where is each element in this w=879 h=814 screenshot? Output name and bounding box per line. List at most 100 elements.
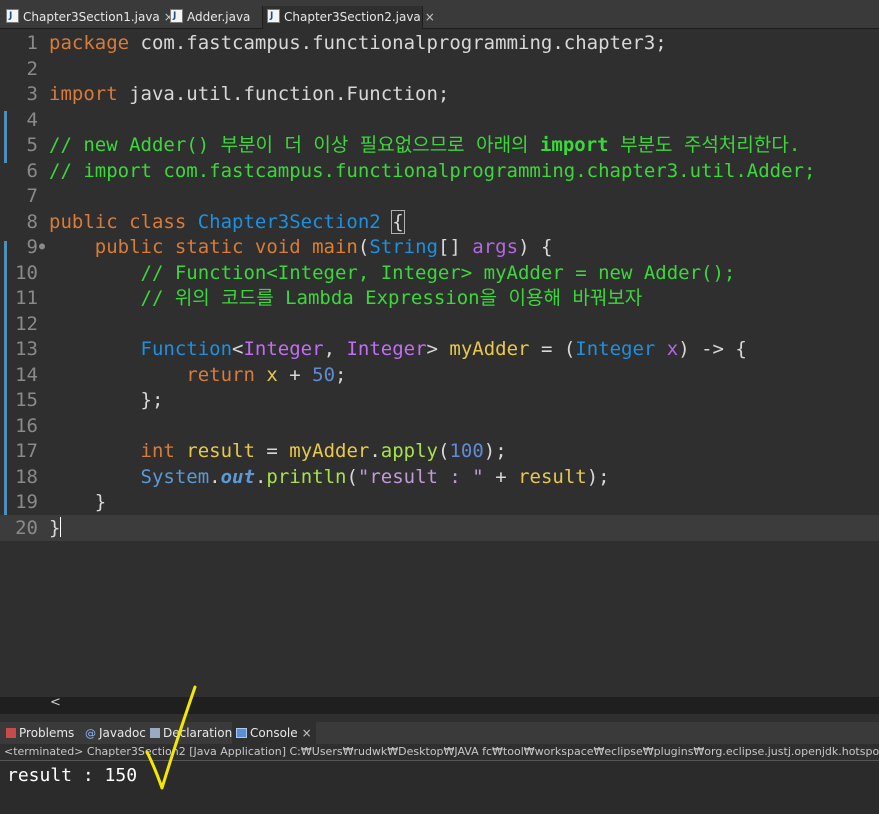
code-line: 16 bbox=[0, 413, 879, 439]
line-number: 1 bbox=[26, 32, 38, 54]
code-line: 1 package com.fastcampus.functionalprogra… bbox=[0, 30, 879, 56]
token: println bbox=[266, 466, 347, 488]
javadoc-icon: @ bbox=[85, 727, 96, 740]
problems-icon bbox=[6, 728, 16, 738]
token: > bbox=[426, 338, 450, 360]
comment: // 위의 코드를 Lambda Expression을 이용해 바꿔보자 bbox=[49, 287, 643, 309]
fold-dot-icon[interactable]: ● bbox=[39, 234, 45, 260]
horizontal-scrollbar[interactable]: < bbox=[0, 695, 879, 714]
tab-label: Problems bbox=[19, 726, 75, 740]
token: . bbox=[254, 466, 267, 488]
editor-tab-bar: Chapter3Section1.java× Adder.java Chapte… bbox=[0, 0, 879, 29]
line-number: 8 bbox=[26, 211, 38, 233]
text-cursor bbox=[60, 517, 62, 537]
matching-brace: { bbox=[391, 210, 405, 234]
tab-problems[interactable]: Problems bbox=[6, 722, 74, 744]
code-line: 9 ● public static void main(String[] args… bbox=[0, 234, 879, 260]
line-number: 5 bbox=[26, 134, 38, 156]
token: import bbox=[49, 83, 118, 105]
code-line: 19 } bbox=[0, 489, 879, 515]
token: . bbox=[369, 440, 381, 462]
token: myAdder bbox=[449, 338, 530, 360]
token: "result : " bbox=[357, 466, 484, 488]
token: } bbox=[49, 517, 61, 539]
code-line: 14 return x + 50; bbox=[0, 362, 879, 388]
token: ( bbox=[357, 236, 370, 258]
token: ); bbox=[586, 466, 610, 488]
token: System bbox=[140, 466, 210, 488]
comment: // new Adder() 부분이 더 이상 필요없으므로 아래의 bbox=[49, 134, 540, 156]
status-text: <terminated> Chapter3Section2 [Java Appl… bbox=[4, 745, 879, 758]
token: + bbox=[277, 364, 313, 386]
code-line: 13 Function<Integer, Integer> myAdder = … bbox=[0, 336, 879, 362]
line-number: 10 bbox=[15, 262, 38, 284]
tab-chapter3section2[interactable]: Chapter3Section2.java × bbox=[262, 5, 435, 29]
line-number: 3 bbox=[26, 83, 38, 105]
token: com.fastcampus.functionalprogramming.cha… bbox=[129, 32, 667, 54]
code-line: 18 System.out.println("result : " + resu… bbox=[0, 464, 879, 490]
comment: // import com.fastcampus.functionalprogr… bbox=[49, 160, 816, 182]
token: = ( bbox=[529, 338, 576, 360]
token: }; bbox=[49, 389, 164, 411]
line-number: 18 bbox=[15, 466, 38, 488]
token: , bbox=[323, 338, 347, 360]
console-output-area[interactable]: result : 150 bbox=[0, 761, 879, 814]
token: Integer bbox=[243, 338, 324, 360]
token: x bbox=[655, 338, 679, 360]
code-line: 17 int result = myAdder.apply(100); bbox=[0, 438, 879, 464]
token: Integer bbox=[575, 338, 656, 360]
code-line: 7 bbox=[0, 183, 879, 209]
token: ( bbox=[437, 440, 450, 462]
line-number: 4 bbox=[26, 109, 38, 131]
tab-adder[interactable]: Adder.java bbox=[166, 5, 250, 28]
declaration-icon bbox=[150, 728, 160, 738]
code-line: 12 bbox=[0, 311, 879, 337]
line-number: 17 bbox=[15, 440, 38, 462]
token: 100 bbox=[449, 440, 484, 462]
tab-label: Console bbox=[250, 726, 298, 740]
token: public static void bbox=[94, 236, 301, 258]
line-number: 14 bbox=[15, 364, 38, 386]
token: x bbox=[254, 364, 278, 386]
line-number: 15 bbox=[15, 389, 38, 411]
token: myAdder bbox=[289, 440, 370, 462]
java-file-icon bbox=[6, 5, 19, 27]
token: args bbox=[472, 236, 519, 258]
comment: import bbox=[539, 134, 609, 156]
token: java.util.function.Function; bbox=[117, 83, 450, 105]
token: Integer bbox=[346, 338, 427, 360]
token: } bbox=[49, 491, 107, 513]
code-line: 11 // 위의 코드를 Lambda Expression을 이용해 바꿔보자 bbox=[0, 285, 879, 311]
token: apply bbox=[380, 440, 438, 462]
code-line: 8 public class Chapter3Section2 { bbox=[0, 209, 879, 235]
java-file-icon bbox=[267, 5, 280, 27]
line-number: 20 bbox=[15, 517, 38, 539]
close-tab-icon[interactable]: × bbox=[425, 10, 435, 24]
token: main bbox=[300, 236, 358, 258]
tab-chapter3section1[interactable]: Chapter3Section1.java× bbox=[2, 5, 174, 28]
tab-declaration[interactable]: Declaration bbox=[150, 722, 232, 744]
code-line: 3 import java.util.function.Function; bbox=[0, 81, 879, 107]
tab-label: Chapter3Section2.java bbox=[284, 10, 421, 24]
token: ) { bbox=[518, 236, 553, 258]
tab-console[interactable]: Console × bbox=[232, 722, 316, 744]
token: ) -> { bbox=[678, 338, 747, 360]
code-line: 6 // import com.fastcampus.functionalprog… bbox=[0, 158, 879, 184]
token: ; bbox=[335, 364, 347, 386]
token: String bbox=[369, 236, 438, 258]
close-tab-icon[interactable]: × bbox=[302, 726, 312, 740]
code-editor[interactable]: 1 package com.fastcampus.functionalprogra… bbox=[0, 29, 879, 697]
token: result bbox=[518, 466, 587, 488]
token: = bbox=[254, 440, 290, 462]
line-number: 13 bbox=[15, 338, 38, 360]
line-number: 9 bbox=[26, 236, 38, 258]
scroll-left-arrow[interactable]: < bbox=[50, 695, 61, 710]
token: Chapter3Section2 bbox=[186, 211, 381, 233]
tab-javadoc[interactable]: @ Javadoc bbox=[85, 722, 146, 744]
code-line: 4 bbox=[0, 107, 879, 133]
